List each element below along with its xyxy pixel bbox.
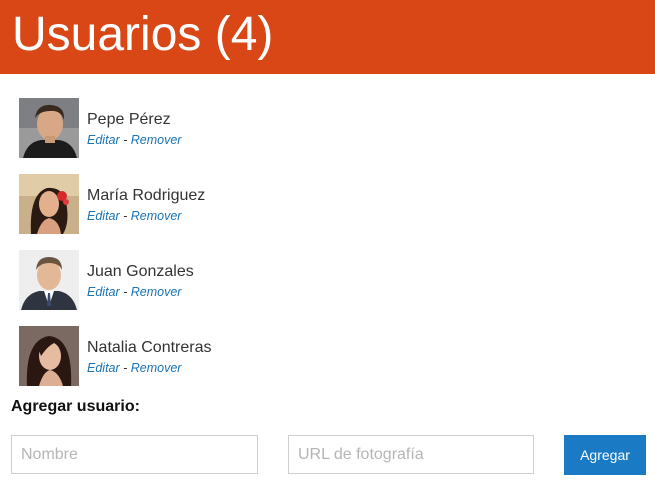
page-title: Usuarios (4) <box>12 8 274 61</box>
add-user-heading: Agregar usuario: <box>11 398 140 415</box>
add-user-button[interactable]: Agregar <box>564 435 646 475</box>
avatar <box>19 98 79 158</box>
photo-url-input[interactable] <box>288 435 534 474</box>
edit-user-link[interactable]: Editar <box>87 285 120 299</box>
user-name: María Rodriguez <box>87 187 206 204</box>
user-name: Pepe Pérez <box>87 111 171 128</box>
name-input[interactable] <box>11 435 258 474</box>
list-item: Pepe Pérez Editar - Remover <box>19 98 419 158</box>
user-name: Natalia Contreras <box>87 339 212 356</box>
user-actions: Editar - Remover <box>87 209 181 223</box>
edit-user-link[interactable]: Editar <box>87 209 120 223</box>
list-item: María Rodriguez Editar - Remover <box>19 174 419 234</box>
action-separator: - <box>119 209 131 223</box>
action-separator: - <box>119 133 131 147</box>
list-item: Natalia Contreras Editar - Remover <box>19 326 419 386</box>
edit-user-link[interactable]: Editar <box>87 361 120 375</box>
list-item: Juan Gonzales Editar - Remover <box>19 250 419 310</box>
avatar <box>19 250 79 310</box>
avatar <box>19 326 79 386</box>
avatar <box>19 174 79 234</box>
user-actions: Editar - Remover <box>87 133 181 147</box>
remove-user-link[interactable]: Remover <box>131 285 182 299</box>
remove-user-link[interactable]: Remover <box>131 133 182 147</box>
remove-user-link[interactable]: Remover <box>131 361 182 375</box>
page-header: Usuarios (4) <box>0 0 655 74</box>
user-actions: Editar - Remover <box>87 361 181 375</box>
edit-user-link[interactable]: Editar <box>87 133 120 147</box>
action-separator: - <box>119 285 131 299</box>
user-actions: Editar - Remover <box>87 285 181 299</box>
remove-user-link[interactable]: Remover <box>131 209 182 223</box>
action-separator: - <box>119 361 131 375</box>
user-name: Juan Gonzales <box>87 263 194 280</box>
